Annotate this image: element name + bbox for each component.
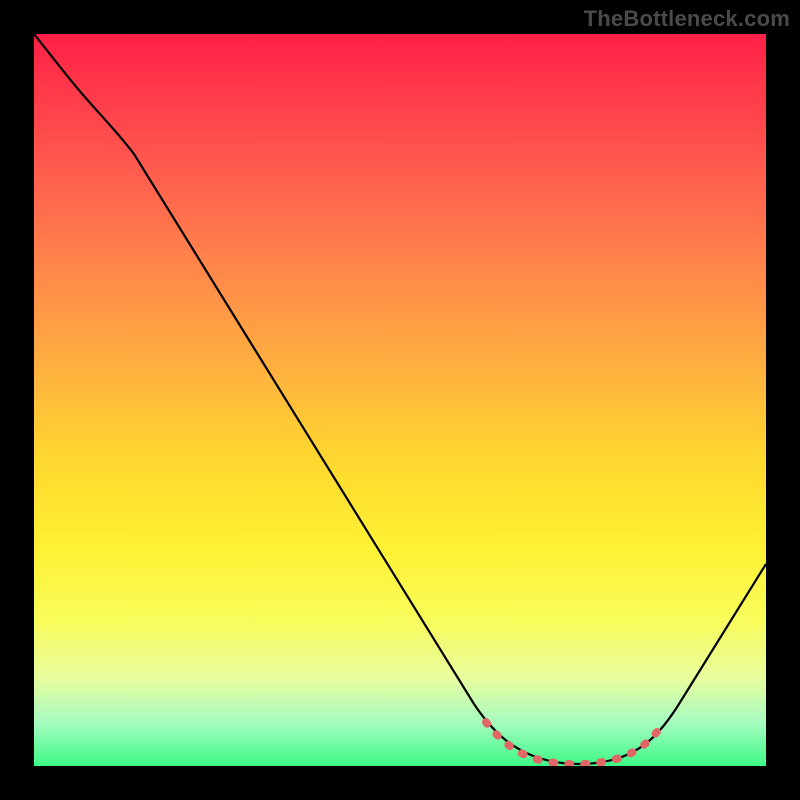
chart-frame: TheBottleneck.com [0, 0, 800, 800]
trough-path [486, 722, 660, 764]
plot-area [34, 34, 766, 766]
watermark-text: TheBottleneck.com [584, 6, 790, 32]
trough-marker [34, 34, 766, 766]
